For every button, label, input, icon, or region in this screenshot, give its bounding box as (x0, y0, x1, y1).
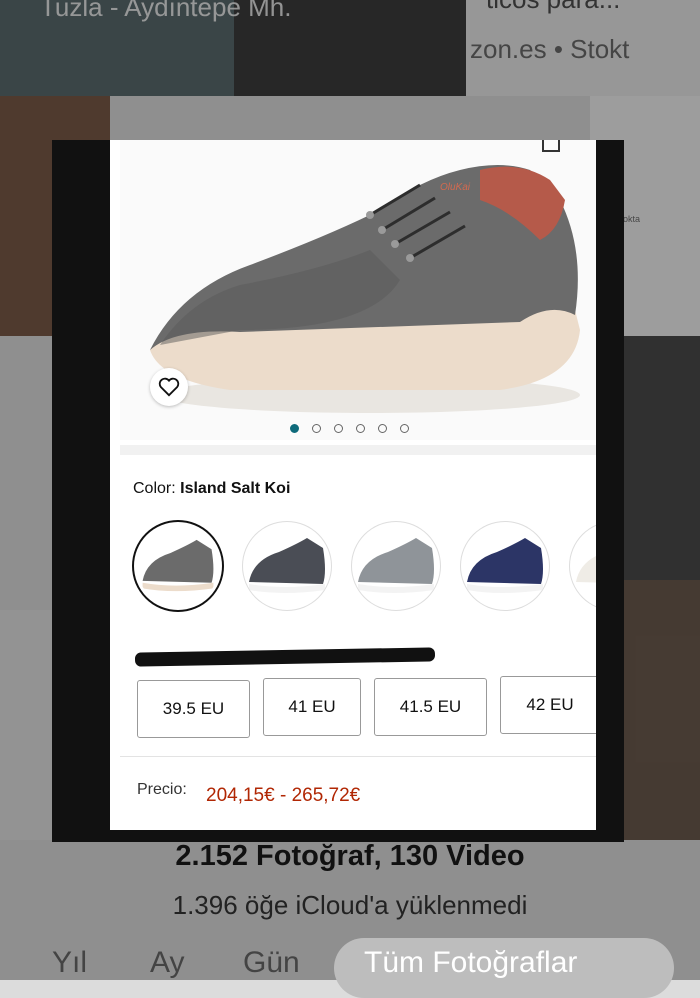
tab-month[interactable]: Ay (150, 946, 184, 980)
section-divider (120, 756, 596, 757)
image-pagination[interactable] (290, 424, 409, 433)
price-range: 204,15€ - 265,72€ (206, 785, 361, 806)
expand-icon[interactable] (542, 140, 560, 152)
color-swatch-navy[interactable] (461, 522, 549, 610)
color-swatch-dark-gray[interactable] (243, 522, 331, 610)
tab-all-photos[interactable]: Tüm Fotoğraflar (364, 946, 577, 980)
tab-year[interactable]: Yıl (52, 946, 87, 980)
svg-text:OluKai: OluKai (440, 182, 471, 193)
size-option[interactable]: 41.5 EU (374, 678, 487, 736)
library-count-title: 2.152 Fotoğraf, 130 Video (175, 840, 525, 872)
color-value: Island Salt Koi (180, 480, 291, 497)
price-label: Precio: (137, 781, 187, 798)
pagination-dot[interactable] (378, 424, 387, 433)
size-option[interactable]: 39.5 EU (137, 680, 250, 738)
product-image[interactable]: OluKai (120, 140, 596, 440)
product-screenshot-card: OluKai Color: Island Salt Koi 39.5 EU 41… (110, 140, 596, 830)
pagination-dot[interactable] (356, 424, 365, 433)
color-label: Color: (133, 480, 176, 497)
pagination-dot[interactable] (312, 424, 321, 433)
icloud-status: 1.396 öğe iCloud'a yüklenmedi (172, 890, 528, 920)
size-option[interactable]: 42 EU (500, 676, 596, 734)
section-divider (120, 445, 596, 455)
pagination-dot[interactable] (400, 424, 409, 433)
shoe-image: OluKai (150, 165, 580, 413)
size-label-redacted (134, 646, 436, 667)
color-selection-label: Color: Island Salt Koi (133, 480, 290, 498)
size-option[interactable]: 41 EU (263, 678, 361, 736)
heart-icon[interactable] (150, 368, 188, 406)
color-swatch-white[interactable] (570, 522, 596, 610)
color-swatch-light-gray[interactable] (352, 522, 440, 610)
pagination-dot[interactable] (290, 424, 299, 433)
color-swatches (134, 522, 596, 612)
tab-day[interactable]: Gün (243, 946, 300, 980)
heart-glyph (158, 377, 180, 397)
photos-view-tabs: Yıl Ay Gün Tüm Fotoğraflar (0, 932, 700, 998)
redaction-scribble (134, 647, 436, 667)
pagination-dot[interactable] (334, 424, 343, 433)
color-swatch-island-salt-koi[interactable] (134, 522, 222, 610)
